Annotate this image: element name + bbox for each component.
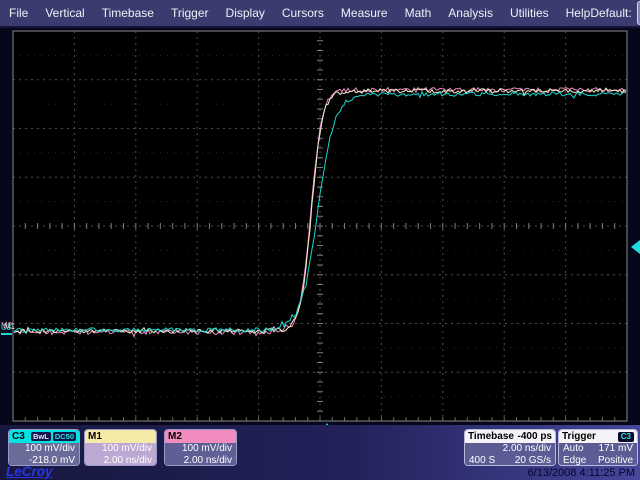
menu-item-measure[interactable]: Measure bbox=[341, 6, 388, 20]
timebase-scale: 2.00 ns/div bbox=[503, 443, 551, 455]
c3-scale: 100 mV/div bbox=[13, 443, 75, 455]
c3-body: 100 mV/div -218.0 mV bbox=[9, 443, 79, 466]
menu-items: File Vertical Timebase Trigger Display Cursor… bbox=[0, 6, 590, 20]
lecroy-logo[interactable]: LeCroy bbox=[6, 464, 53, 479]
menu-item-utilities[interactable]: Utilities bbox=[510, 6, 549, 20]
menu-item-analysis[interactable]: Analysis bbox=[448, 6, 493, 20]
channel-descriptor-c3[interactable]: C3 BwL DC50 100 mV/div -218.0 mV bbox=[8, 429, 80, 466]
trigger-level: 171 mV bbox=[599, 443, 633, 455]
trigger-body: Auto 171 mV Edge Positive bbox=[559, 443, 637, 466]
trigger-slope: Positive bbox=[598, 455, 633, 467]
m1-scale: 100 mV/div bbox=[89, 443, 152, 455]
menu-right-group: Default: Undo ↶ bbox=[590, 1, 640, 25]
channel-descriptor-m2[interactable]: M2 100 mV/div 2.00 ns/div bbox=[164, 429, 237, 466]
m1-body: 100 mV/div 2.00 ns/div bbox=[85, 443, 156, 466]
menu-item-trigger[interactable]: Trigger bbox=[171, 6, 209, 20]
timebase-rate: 20 GS/s bbox=[515, 455, 551, 467]
trigger-mode: Auto bbox=[563, 443, 584, 455]
menu-item-timebase[interactable]: Timebase bbox=[102, 6, 154, 20]
timebase-header: Timebase -400 ps bbox=[465, 430, 555, 443]
menu-item-file[interactable]: File bbox=[9, 6, 28, 20]
bandwidth-limit-badge: BwL bbox=[31, 432, 51, 441]
m1-header: M1 bbox=[85, 430, 156, 443]
scope-grid: M2M1C3 bbox=[0, 28, 640, 425]
timebase-label: Timebase bbox=[468, 431, 514, 442]
c3-header: C3 BwL DC50 bbox=[9, 430, 79, 443]
trigger-header: Trigger C3 bbox=[559, 430, 637, 443]
timebase-samples: 400 S bbox=[469, 455, 495, 467]
m1-label: M1 bbox=[88, 431, 102, 442]
trigger-descriptor[interactable]: Trigger C3 Auto 171 mV Edge Positive bbox=[558, 429, 638, 466]
c3-label: C3 bbox=[12, 431, 25, 442]
coupling-badge: DC50 bbox=[53, 432, 76, 441]
channel-descriptor-m1[interactable]: M1 100 mV/div 2.00 ns/div bbox=[84, 429, 157, 466]
trigger-label: Trigger bbox=[562, 431, 596, 442]
c3-badges: BwL DC50 bbox=[31, 432, 76, 441]
default-label: Default: bbox=[590, 6, 631, 20]
menu-item-help[interactable]: Help bbox=[566, 6, 591, 20]
menu-item-math[interactable]: Math bbox=[405, 6, 432, 20]
m2-timebase: 2.00 ns/div bbox=[169, 455, 232, 467]
trigger-level-marker bbox=[631, 240, 640, 254]
waveform-display: M2M1C3 bbox=[0, 28, 640, 425]
menu-item-display[interactable]: Display bbox=[226, 6, 265, 20]
menu-item-cursors[interactable]: Cursors bbox=[282, 6, 324, 20]
timebase-body: 2.00 ns/div 400 S 20 GS/s bbox=[465, 443, 555, 466]
trigger-source-badge: C3 bbox=[618, 432, 634, 442]
m2-header: M2 bbox=[165, 430, 236, 443]
trigger-type: Edge bbox=[563, 455, 586, 467]
m2-label: M2 bbox=[168, 431, 182, 442]
timebase-delay: -400 ps bbox=[518, 431, 552, 442]
channel-indicator-label-c3: C3 bbox=[1, 323, 12, 332]
status-bar: C3 BwL DC50 100 mV/div -218.0 mV M1 100 … bbox=[0, 425, 640, 480]
m2-body: 100 mV/div 2.00 ns/div bbox=[165, 443, 236, 466]
m1-timebase: 2.00 ns/div bbox=[89, 455, 152, 467]
menu-bar: File Vertical Timebase Trigger Display Cursor… bbox=[0, 0, 640, 28]
m2-scale: 100 mV/div bbox=[169, 443, 232, 455]
timebase-descriptor[interactable]: Timebase -400 ps 2.00 ns/div 400 S 20 GS… bbox=[464, 429, 556, 466]
menu-item-vertical[interactable]: Vertical bbox=[45, 6, 84, 20]
datetime-display: 6/13/2008 4:11:25 PM bbox=[528, 467, 635, 479]
